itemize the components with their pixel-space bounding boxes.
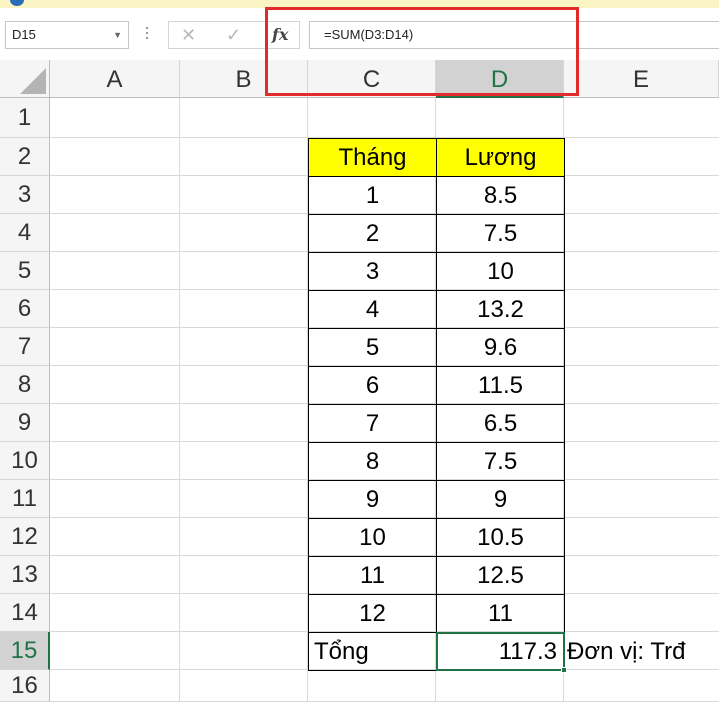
column-header-c[interactable]: C (308, 60, 436, 98)
app-icon (10, 0, 24, 6)
row-header-16[interactable]: 16 (0, 670, 50, 702)
row-header-13[interactable]: 13 (0, 556, 50, 594)
table-cell-salary[interactable]: 9 (436, 480, 565, 519)
row-header-4[interactable]: 4 (0, 214, 50, 252)
total-value-cell[interactable]: 117.3 (436, 632, 565, 671)
name-box[interactable]: D15 ▼ (5, 21, 129, 49)
row-header-2[interactable]: 2 (0, 138, 50, 176)
table-cell-month[interactable]: 8 (308, 442, 437, 481)
table-cell-month[interactable]: 1 (308, 176, 437, 215)
enter-icon[interactable]: ✓ (226, 22, 241, 48)
table-cell-salary[interactable]: 10 (436, 252, 565, 291)
cancel-icon[interactable]: ✕ (181, 22, 196, 48)
row-header-14[interactable]: 14 (0, 594, 50, 632)
row-header-3[interactable]: 3 (0, 176, 50, 214)
table-cell-salary[interactable]: 12.5 (436, 556, 565, 595)
formula-buttons: ✕ ✓ fx (168, 21, 300, 49)
table-cell-salary[interactable]: 13.2 (436, 290, 565, 329)
table-cell-salary[interactable]: 11.5 (436, 366, 565, 405)
table-cell-month[interactable]: 3 (308, 252, 437, 291)
row-header-1[interactable]: 1 (0, 98, 50, 138)
column-header-a[interactable]: A (50, 60, 180, 98)
chevron-down-icon[interactable]: ▼ (113, 22, 122, 48)
formula-input[interactable]: =SUM(D3:D14) (309, 21, 719, 49)
row-header-7[interactable]: 7 (0, 328, 50, 366)
table-cell-month[interactable]: 12 (308, 594, 437, 633)
row-header-10[interactable]: 10 (0, 442, 50, 480)
column-header-b[interactable]: B (180, 60, 308, 98)
table-cell-month[interactable]: 9 (308, 480, 437, 519)
select-all-triangle-icon (20, 68, 46, 94)
table-cell-salary[interactable]: 10.5 (436, 518, 565, 557)
row-header-9[interactable]: 9 (0, 404, 50, 442)
table-cell-month[interactable]: 7 (308, 404, 437, 443)
formula-bar: D15 ▼ ✕ ✓ fx =SUM(D3:D14) (0, 8, 719, 60)
table-cell-month[interactable]: 5 (308, 328, 437, 367)
table-header-month: Tháng (308, 138, 437, 177)
table-cell-month[interactable]: 11 (308, 556, 437, 595)
table-cell-month[interactable]: 2 (308, 214, 437, 253)
table-cell-salary[interactable]: 9.6 (436, 328, 565, 367)
table-cell-salary[interactable]: 11 (436, 594, 565, 633)
row-header-15[interactable]: 15 (0, 632, 50, 670)
drag-handle-icon[interactable] (145, 25, 149, 43)
unit-note-cell[interactable]: Đơn vị: Trđ (564, 632, 719, 671)
row-header-6[interactable]: 6 (0, 290, 50, 328)
total-label-cell[interactable]: Tổng (308, 632, 437, 671)
insert-function-icon[interactable]: fx (272, 22, 288, 48)
table-cell-month[interactable]: 6 (308, 366, 437, 405)
table-header-salary: Lương (436, 138, 565, 177)
table-cell-salary[interactable]: 7.5 (436, 442, 565, 481)
row-header-8[interactable]: 8 (0, 366, 50, 404)
table-cell-month[interactable]: 10 (308, 518, 437, 557)
table-cell-salary[interactable]: 8.5 (436, 176, 565, 215)
row-header-5[interactable]: 5 (0, 252, 50, 290)
fill-handle[interactable] (561, 667, 567, 673)
table-cell-salary[interactable]: 7.5 (436, 214, 565, 253)
row-header-11[interactable]: 11 (0, 480, 50, 518)
gridline-vertical (179, 98, 180, 702)
table-cell-month[interactable]: 4 (308, 290, 437, 329)
table-cell-salary[interactable]: 6.5 (436, 404, 565, 443)
column-header-d[interactable]: D (436, 60, 564, 98)
window-top-strip (0, 0, 719, 8)
row-header-12[interactable]: 12 (0, 518, 50, 556)
column-header-e[interactable]: E (564, 60, 719, 98)
name-box-value: D15 (12, 27, 36, 42)
select-all-button[interactable] (0, 60, 50, 98)
